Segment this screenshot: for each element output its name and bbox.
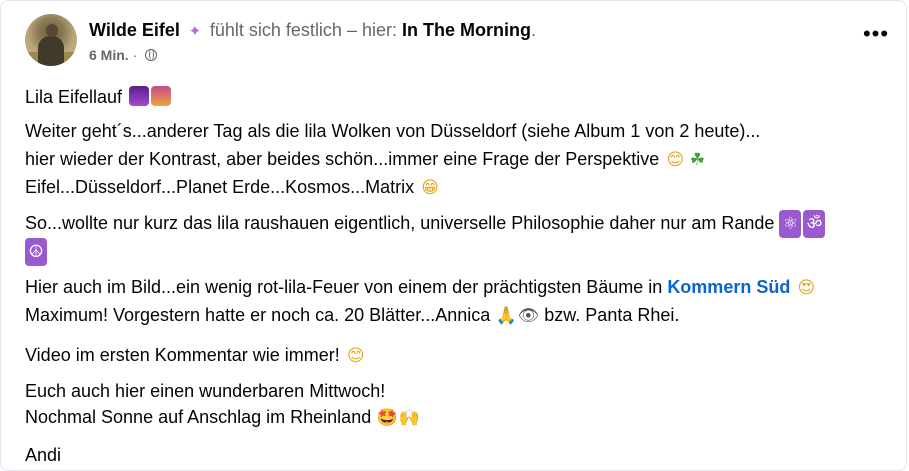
more-options-icon[interactable]: •••: [860, 23, 892, 51]
post-line: Andi: [25, 441, 895, 469]
post-header: Wilde Eifel ✦ fühlt sich festlich – hier…: [89, 18, 536, 44]
post-text: So...wollte nur kurz das lila raushauen …: [25, 213, 775, 233]
post-text: Andi: [25, 445, 62, 465]
post-line: Nochmal Sonne auf Anschlag im Rheinland …: [25, 403, 895, 432]
post-card: Wilde Eifel ✦ fühlt sich festlich – hier…: [0, 0, 907, 471]
post-line: Video im ersten Kommentar wie immer! 😊: [25, 341, 895, 370]
purple-sky-emoji: [129, 86, 150, 106]
confetti-icon: ✦: [188, 23, 202, 40]
post-text: Lila Eifellauf: [25, 87, 123, 107]
meta-separator: ·: [132, 47, 138, 63]
post-text: Weiter geht´s...anderer Tag als die lila…: [25, 121, 761, 141]
post-line: ☮: [25, 237, 895, 266]
atom-emoji: ⚛: [779, 210, 802, 238]
post-text: Maximum! Vorgestern hatte er noch ca. 20…: [25, 305, 491, 325]
eye-emoji: 👁: [517, 306, 540, 326]
place-link[interactable]: In The Morning: [402, 20, 531, 40]
header-period: .: [530, 20, 536, 40]
post-line: Eifel...Düsseldorf...Planet Erde...Kosmo…: [25, 173, 895, 202]
avatar-head: [46, 24, 58, 37]
raised-hands-emoji: 🙌: [398, 408, 420, 428]
post-text: Video im ersten Kommentar wie immer!: [25, 345, 340, 365]
post-line: Euch auch hier einen wunderbaren Mittwoc…: [25, 377, 895, 405]
post-line: hier wieder der Kontrast, aber beides sc…: [25, 145, 895, 174]
post-line: Hier auch im Bild...ein wenig rot-lila-F…: [25, 273, 895, 302]
smile-emoji: 😊: [666, 150, 685, 170]
post-text: Eifel...Düsseldorf...Planet Erde...Kosmo…: [25, 177, 415, 197]
smile-emoji: 😊: [346, 346, 365, 366]
avatar[interactable]: [25, 14, 77, 66]
post-text: Nochmal Sonne auf Anschlag im Rheinland: [25, 407, 372, 427]
location-link[interactable]: Kommern Süd: [667, 277, 790, 297]
pray-emoji: 🙏: [495, 306, 517, 326]
peace-emoji: ☮: [25, 238, 47, 266]
post-text: Euch auch hier einen wunderbaren Mittwoc…: [25, 381, 386, 401]
grin-emoji: 😁: [421, 178, 440, 198]
post-text: hier wieder der Kontrast, aber beides sc…: [25, 149, 660, 169]
star-struck-emoji: 🤩: [376, 408, 398, 428]
post-meta: 6 Min. ·: [89, 45, 158, 65]
heart-eyes-emoji: 😍: [797, 278, 816, 298]
post-text: Hier auch im Bild...ein wenig rot-lila-F…: [25, 277, 663, 297]
post-line: Lila Eifellauf: [25, 83, 895, 111]
sunrise-emoji: [151, 86, 172, 106]
avatar-figure: [38, 36, 64, 66]
post-line: Weiter geht´s...anderer Tag als die lila…: [25, 117, 895, 145]
clover-emoji: ☘: [689, 150, 705, 170]
post-line: Maximum! Vorgestern hatte er noch ca. 20…: [25, 301, 895, 330]
post-line: So...wollte nur kurz das lila raushauen …: [25, 209, 895, 238]
globe-icon[interactable]: [145, 49, 158, 61]
om-emoji: ॐ: [803, 210, 826, 238]
post-timestamp[interactable]: 6 Min.: [89, 47, 129, 63]
feeling-text: fühlt sich festlich – hier:: [209, 20, 397, 40]
post-text: bzw. Panta Rhei.: [544, 305, 680, 325]
author-name[interactable]: Wilde Eifel: [89, 20, 180, 40]
